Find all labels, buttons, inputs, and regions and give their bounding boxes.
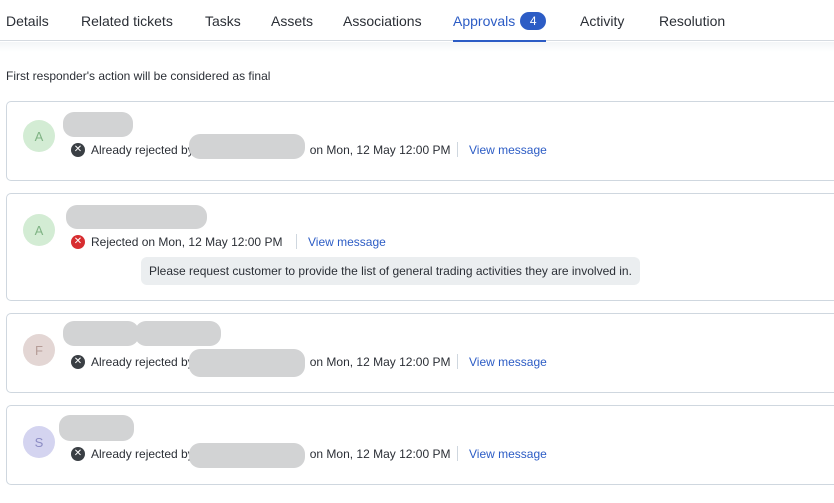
avatar: A: [23, 214, 55, 246]
status-text: Rejected on Mon, 12 May 12:00 PM: [91, 235, 283, 249]
approval-status: ✕ Rejected on Mon, 12 May 12:00 PM: [71, 233, 282, 251]
divider: [457, 142, 458, 157]
avatar: S: [23, 426, 55, 458]
status-text: Already rejected by: [91, 143, 194, 157]
tab-label: Associations: [343, 12, 422, 29]
x-circle-icon: ✕: [71, 447, 85, 461]
tab-label: Resolution: [659, 12, 726, 29]
tab-associations[interactable]: Associations: [343, 0, 422, 41]
tab-approvals[interactable]: Approvals 4: [453, 0, 547, 42]
tab-label: Tasks: [205, 12, 241, 29]
tab-related-tickets[interactable]: Related tickets: [81, 0, 173, 41]
divider: [457, 354, 458, 369]
tab-tasks[interactable]: Tasks: [205, 0, 241, 41]
tab-label: Approvals: [453, 12, 516, 29]
redacted-name: [66, 205, 207, 229]
approvals-count-badge: 4: [520, 11, 547, 30]
rejection-comment: Please request customer to provide the l…: [141, 257, 640, 285]
status-date: on Mon, 12 May 12:00 PM: [309, 143, 451, 157]
view-message-link[interactable]: View message: [469, 353, 547, 371]
tab-label: Related tickets: [81, 12, 173, 29]
tab-assets[interactable]: Assets: [271, 0, 313, 41]
approval-card: A ✕ Already rejected by on Mon, 12 May 1…: [6, 101, 834, 181]
view-message-link[interactable]: View message: [469, 141, 547, 159]
avatar: A: [23, 120, 55, 152]
redacted-name: [63, 321, 139, 346]
approval-card: F ✕ Already rejected by on Mon, 12 May 1…: [6, 313, 834, 393]
redacted-name: [59, 415, 134, 441]
tab-resolution[interactable]: Resolution: [659, 0, 725, 41]
tab-label: Activity: [580, 12, 625, 29]
redacted-name: [63, 112, 133, 137]
view-message-link[interactable]: View message: [469, 445, 547, 463]
divider: [457, 446, 458, 461]
redacted-approver: [189, 134, 305, 159]
x-circle-icon: ✕: [71, 143, 85, 157]
redacted-approver: [189, 349, 305, 377]
approval-card: S ✕ Already rejected by on Mon, 12 May 1…: [6, 405, 834, 485]
redacted-name: [135, 321, 221, 346]
tab-label: Details: [6, 12, 49, 29]
first-responder-note: First responder's action will be conside…: [6, 69, 271, 83]
redacted-approver: [189, 443, 305, 468]
status-text: Already rejected by: [91, 447, 194, 461]
x-circle-icon: ✕: [71, 235, 85, 249]
tab-activity[interactable]: Activity: [580, 0, 624, 41]
status-text: Already rejected by: [91, 355, 194, 369]
x-circle-icon: ✕: [71, 355, 85, 369]
avatar: F: [23, 334, 55, 366]
view-message-link[interactable]: View message: [308, 233, 386, 251]
divider: [296, 234, 297, 249]
approval-card: A ✕ Rejected on Mon, 12 May 12:00 PM Vie…: [6, 193, 834, 301]
tab-bar: Details Related tickets Tasks Assets Ass…: [0, 0, 834, 42]
tab-label: Assets: [271, 12, 314, 29]
tab-details[interactable]: Details: [6, 0, 49, 41]
status-date: on Mon, 12 May 12:00 PM: [309, 355, 451, 369]
status-date: on Mon, 12 May 12:00 PM: [309, 447, 451, 461]
tab-bar-shadow: [0, 42, 834, 52]
